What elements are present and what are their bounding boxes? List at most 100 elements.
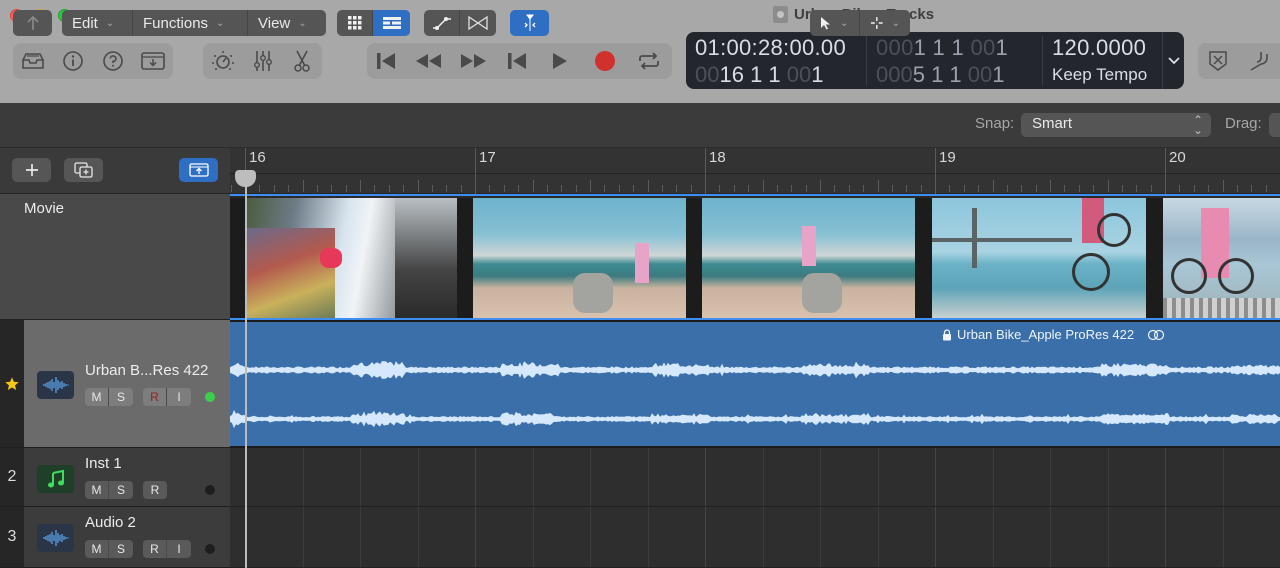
right-locator-ticks: 1 [992,62,1005,87]
left-locator-ticks-leading: 00 [964,35,996,60]
lcd-display[interactable]: 01:00:28:00.00 0016 1 1 001 0001 1 1 001… [686,32,1184,89]
track-lane-inst-1[interactable] [230,448,1280,507]
transport-controls [367,43,672,79]
library-button[interactable] [13,43,53,79]
track-header-2[interactable]: 2 Inst 1 M S R [0,448,230,507]
mute-button[interactable]: M [85,481,109,499]
record-icon [595,51,615,71]
solo-button[interactable]: S [109,388,133,406]
track-name[interactable]: Urban B...Res 422 [85,362,208,379]
solo-button[interactable]: S [109,540,133,558]
movie-thumbnail-lane[interactable] [230,194,1280,320]
catch-playhead-button[interactable] [510,10,549,36]
audio-region[interactable]: Urban Bike_Apple ProRes 422 [230,320,1280,448]
input-monitoring-button[interactable]: I [167,540,191,558]
ruler-tick [460,185,462,192]
bar-pos-value: 16 1 1 [719,62,781,87]
chevron-down-icon: ⌄ [840,17,849,29]
mixer-button[interactable] [243,43,283,79]
track-number: 2 [0,448,24,506]
track-header-1[interactable]: Urban B...Res 422 M S R I [0,320,230,448]
ruler-tick [1136,185,1138,192]
star-icon [5,376,19,390]
editors-button[interactable] [282,43,322,79]
left-locator-value: 1 1 1 [913,35,965,60]
edit-menu[interactable]: Edit ⌄ [62,10,133,36]
command-click-tool-menu[interactable]: ⌄ [860,10,910,36]
view-menu[interactable]: View ⌄ [248,10,326,36]
smart-controls-button[interactable] [203,43,243,79]
global-tracks-button[interactable] [179,158,218,182]
record-enable-button[interactable]: R [143,481,167,499]
ruler-tick [1265,185,1267,192]
rewind-icon [416,54,441,68]
track-name[interactable]: Audio 2 [85,514,136,531]
flex-button[interactable] [460,10,496,36]
bar-pos-leading: 00 [695,62,720,87]
track-activity-led [205,485,215,495]
list-editors-button[interactable] [1198,43,1238,79]
go-to-beginning-icon [377,53,395,69]
grid-view-button[interactable] [337,10,373,36]
movie-track-header[interactable]: Movie [0,194,230,320]
ruler-tick [1150,185,1152,192]
view-mode-toggle [337,10,410,36]
snap-select[interactable]: Smart ⌃ ⌄ [1021,113,1211,137]
record-input-buttons: R I [143,388,191,406]
playhead[interactable] [245,172,247,568]
tuner-icon [1250,52,1268,71]
ruler-tick [1179,185,1181,192]
edit-menu-label: Edit [72,14,98,32]
go-to-start-button[interactable] [497,43,537,79]
ruler-tick [1193,185,1195,192]
track-lane-audio-2[interactable] [230,507,1280,568]
cycle-button[interactable] [627,43,671,79]
tracks-view-button[interactable] [373,10,410,36]
inspector-button[interactable] [53,43,93,79]
tempo-mode[interactable]: Keep Tempo [1052,65,1147,85]
bar-ruler[interactable]: 16 17 18 19 20 [230,148,1280,194]
grid-line [1050,448,1051,506]
grid-line [475,448,476,506]
track-header-toolbar [0,148,230,194]
ruler-tick [762,180,764,192]
audio-track-icon [37,371,74,399]
track-header-3[interactable]: 3 Audio 2 M S R I [0,507,230,568]
input-monitoring-button[interactable]: I [167,388,191,406]
mute-solo-buttons: M S [85,540,133,558]
rewind-button[interactable] [405,43,451,79]
record-button[interactable] [583,43,627,79]
movie-track-label: Movie [24,200,65,217]
mute-button[interactable]: M [85,388,109,406]
add-track-button[interactable] [12,158,51,182]
left-click-tool-menu[interactable]: ⌄ [810,10,860,36]
browsers-button[interactable] [133,43,173,79]
solo-button[interactable]: S [109,481,133,499]
track-name[interactable]: Inst 1 [85,455,122,472]
ruler-tick [1006,185,1008,192]
record-enable-button[interactable]: R [143,388,167,406]
mute-button[interactable]: M [85,540,109,558]
global-tracks-icon [188,163,209,177]
quick-help-button[interactable] [93,43,133,79]
duplicate-track-button[interactable] [64,158,103,182]
inspector-icon [63,51,83,71]
fast-forward-button[interactable] [451,43,497,79]
ruler-tick [661,185,663,192]
go-up-button[interactable] [13,10,52,36]
automation-toggle [424,10,496,36]
lcd-mode-menu-button[interactable] [1162,32,1184,89]
tuner-button[interactable] [1238,43,1278,79]
play-button[interactable] [537,43,583,79]
record-enable-button[interactable]: R [143,540,167,558]
instrument-track-icon [37,465,74,493]
timecode-display: 01:00:28:00.00 [695,35,847,60]
go-to-beginning-button[interactable] [367,43,405,79]
drag-select[interactable] [1269,113,1280,137]
functions-menu[interactable]: Functions ⌄ [133,10,248,36]
ruler-tick [590,180,591,192]
ruler-tick [604,185,606,192]
tempo-display[interactable]: 120.0000 [1052,35,1146,61]
automation-button[interactable] [424,10,460,36]
ruler-tick [863,185,865,192]
